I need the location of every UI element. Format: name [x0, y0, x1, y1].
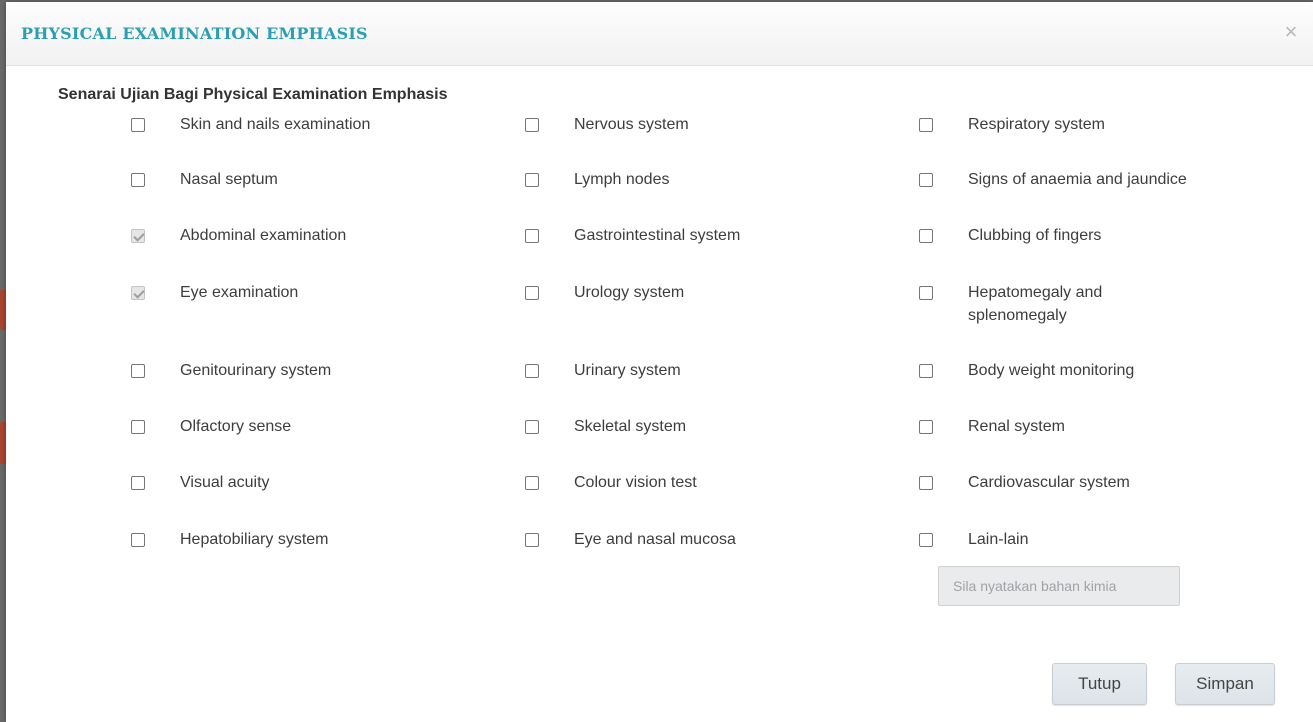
exam-checkbox[interactable]: [131, 286, 145, 300]
exam-label: Nasal septum: [180, 171, 278, 188]
exam-label: Eye and nasal mucosa: [574, 531, 736, 548]
exam-label: Hepatobiliary system: [180, 531, 329, 548]
exam-checkbox[interactable]: [525, 420, 539, 434]
exam-label: Body weight monitoring: [968, 362, 1135, 379]
exam-checkbox[interactable]: [919, 420, 933, 434]
exam-label: Cardiovascular system: [968, 474, 1130, 491]
exam-label: Renal system: [968, 418, 1065, 435]
exam-label: Lain-lain: [968, 531, 1029, 548]
physical-exam-modal: PHYSICAL EXAMINATION EMPHASIS × Senarai …: [6, 2, 1313, 722]
exam-checkbox[interactable]: [919, 286, 933, 300]
exam-label: Hepatomegaly and splenomegaly: [968, 284, 1103, 324]
exam-label: Abdominal examination: [180, 227, 347, 244]
exam-checkbox[interactable]: [919, 364, 933, 378]
exam-checkbox[interactable]: [131, 533, 145, 547]
exam-label: Signs of anaemia and jaundice: [968, 171, 1187, 188]
exam-label: Visual acuity: [180, 474, 270, 491]
exam-checkbox[interactable]: [525, 286, 539, 300]
exam-checkbox[interactable]: [131, 229, 145, 243]
exam-label: Lymph nodes: [574, 171, 670, 188]
exam-label: Urinary system: [574, 362, 681, 379]
save-button[interactable]: Simpan: [1175, 663, 1275, 705]
exam-checkbox[interactable]: [919, 173, 933, 187]
exam-label: Nervous system: [574, 116, 689, 133]
exam-label: Urology system: [574, 284, 685, 301]
exam-label: Eye examination: [180, 284, 299, 301]
exam-checkbox[interactable]: [131, 476, 145, 490]
exam-checkbox[interactable]: [525, 118, 539, 132]
exam-checkbox[interactable]: [919, 533, 933, 547]
exam-checkbox[interactable]: [525, 476, 539, 490]
exam-label: Olfactory sense: [180, 418, 292, 435]
exam-checkbox[interactable]: [131, 420, 145, 434]
exam-checkbox[interactable]: [131, 173, 145, 187]
exam-checkbox[interactable]: [525, 229, 539, 243]
exam-checkbox[interactable]: [919, 118, 933, 132]
exam-checkbox[interactable]: [919, 229, 933, 243]
exam-label: Respiratory system: [968, 116, 1105, 133]
other-chemical-input[interactable]: [938, 566, 1180, 606]
exam-label: Skeletal system: [574, 418, 687, 435]
exam-label: Skin and nails examination: [180, 116, 371, 133]
exam-checkbox[interactable]: [525, 533, 539, 547]
exam-label: Clubbing of fingers: [968, 227, 1102, 244]
exam-checklist: Skin and nails examination Nasal septum …: [6, 2, 1313, 722]
close-button[interactable]: Tutup: [1052, 663, 1147, 705]
exam-checkbox[interactable]: [525, 364, 539, 378]
exam-label: Genitourinary system: [180, 362, 332, 379]
exam-checkbox[interactable]: [919, 476, 933, 490]
exam-label: Gastrointestinal system: [574, 227, 741, 244]
exam-checkbox[interactable]: [131, 118, 145, 132]
exam-checkbox[interactable]: [131, 364, 145, 378]
exam-checkbox[interactable]: [525, 173, 539, 187]
exam-label: Colour vision test: [574, 474, 697, 491]
